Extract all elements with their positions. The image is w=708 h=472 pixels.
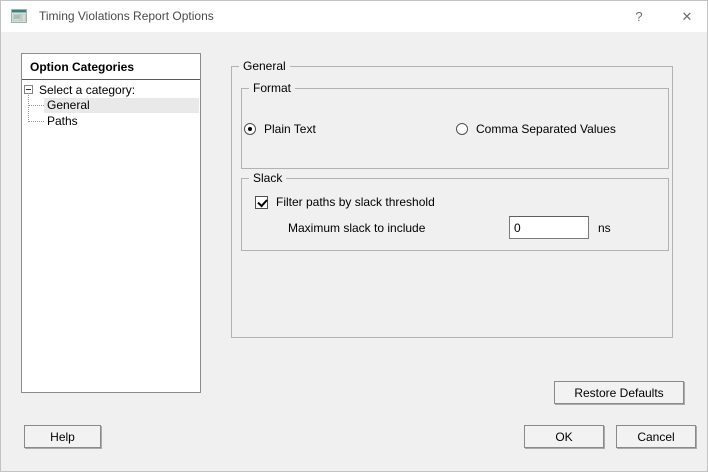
slack-groupbox: Slack	[241, 178, 669, 251]
help-icon: ?	[635, 9, 642, 24]
radio-comma-separated-values[interactable]: Comma Separated Values	[456, 122, 616, 136]
tree-item-paths-label: Paths	[47, 114, 199, 129]
titlebar-close-button[interactable]: ✕	[667, 1, 707, 32]
filter-paths-checkbox-row[interactable]: Filter paths by slack threshold	[255, 195, 435, 209]
max-slack-unit-label: ns	[598, 221, 611, 235]
tree-connector-stub	[29, 121, 44, 123]
ok-button[interactable]: OK	[524, 425, 604, 448]
tree-item-paths[interactable]: Paths	[22, 114, 199, 129]
window-title: Timing Violations Report Options	[39, 1, 214, 32]
help-button[interactable]: Help	[24, 425, 101, 448]
cancel-button[interactable]: Cancel	[616, 425, 696, 448]
radio-plain-text[interactable]: Plain Text	[244, 122, 316, 136]
radio-button-icon[interactable]	[244, 123, 256, 135]
app-icon	[11, 9, 27, 23]
tree-item-general[interactable]: General	[22, 98, 199, 113]
option-categories-header: Option Categories	[22, 54, 200, 80]
timing-violations-report-options-dialog: Timing Violations Report Options ? ✕ Opt…	[0, 0, 708, 472]
option-categories-panel: Option Categories Select a category: Gen…	[21, 53, 201, 393]
checkbox-icon[interactable]	[255, 196, 268, 209]
tree-item-general-label: General	[44, 98, 199, 113]
format-groupbox-label: Format	[249, 81, 295, 95]
slack-groupbox-label: Slack	[249, 171, 286, 185]
category-tree: Select a category: General Paths	[22, 81, 200, 392]
max-slack-input[interactable]	[509, 216, 589, 239]
restore-defaults-button[interactable]: Restore Defaults	[554, 381, 684, 404]
max-slack-label: Maximum slack to include	[288, 221, 425, 235]
radio-button-icon[interactable]	[456, 123, 468, 135]
tree-connector-stub	[29, 105, 44, 107]
radio-csv-label: Comma Separated Values	[476, 122, 616, 136]
filter-paths-checkbox-label: Filter paths by slack threshold	[276, 195, 435, 209]
tree-root-item[interactable]: Select a category:	[22, 83, 200, 98]
close-icon: ✕	[682, 9, 693, 25]
radio-plain-text-label: Plain Text	[264, 122, 316, 136]
titlebar-help-button[interactable]: ?	[619, 1, 659, 32]
titlebar: Timing Violations Report Options ? ✕	[1, 1, 707, 32]
tree-root-label: Select a category:	[39, 83, 135, 98]
general-groupbox-label: General	[239, 59, 290, 73]
